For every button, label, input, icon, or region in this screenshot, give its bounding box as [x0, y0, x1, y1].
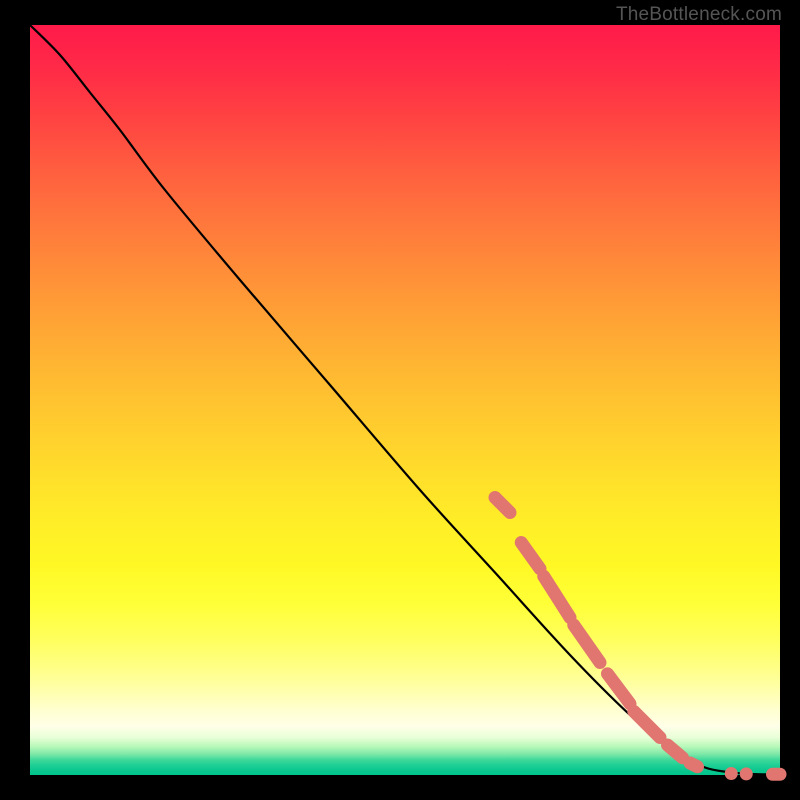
marker-segment — [634, 711, 660, 737]
curve-line — [30, 25, 780, 774]
marker-segment — [574, 625, 600, 663]
chart-container: TheBottleneck.com — [0, 0, 800, 800]
chart-svg — [30, 25, 780, 775]
marker-segment — [690, 763, 698, 767]
watermark-text: TheBottleneck.com — [616, 4, 782, 26]
marker-segment — [495, 498, 510, 513]
marker-dot — [740, 767, 753, 780]
plot-area — [30, 25, 780, 775]
marker-dot — [725, 767, 738, 780]
marker-segment — [544, 576, 570, 617]
marker-segment — [521, 543, 540, 569]
marker-group — [495, 498, 780, 781]
marker-segment — [608, 674, 631, 704]
marker-segment — [668, 745, 683, 758]
